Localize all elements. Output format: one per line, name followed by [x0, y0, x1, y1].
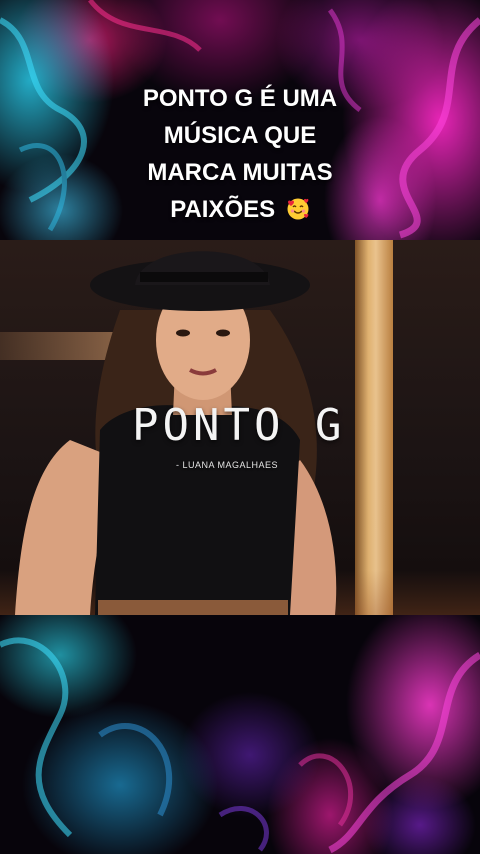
smiling-face-with-hearts-icon	[287, 198, 309, 220]
caption-line-4: PAIXÕES	[60, 191, 420, 228]
bottom-smoke-swirls	[0, 637, 480, 854]
caption-text: PONTO G É UMA MÚSICA QUE MARCA MUITAS PA…	[60, 80, 420, 228]
bottom-smoke-background	[0, 615, 480, 854]
artist-name-overlay: - LUANA MAGALHAES	[176, 460, 279, 470]
song-title-overlay: PONTO G	[132, 400, 346, 451]
caption-line-1: PONTO G É UMA	[142, 85, 338, 112]
video-screen: PONTO G É UMA MÚSICA QUE MARCA MUITAS PA…	[0, 0, 480, 854]
caption-line-4-text: PAIXÕES	[170, 196, 276, 223]
caption-line-3: MARCA MUITAS	[147, 159, 333, 186]
caption-line-2: MÚSICA QUE	[163, 122, 317, 149]
